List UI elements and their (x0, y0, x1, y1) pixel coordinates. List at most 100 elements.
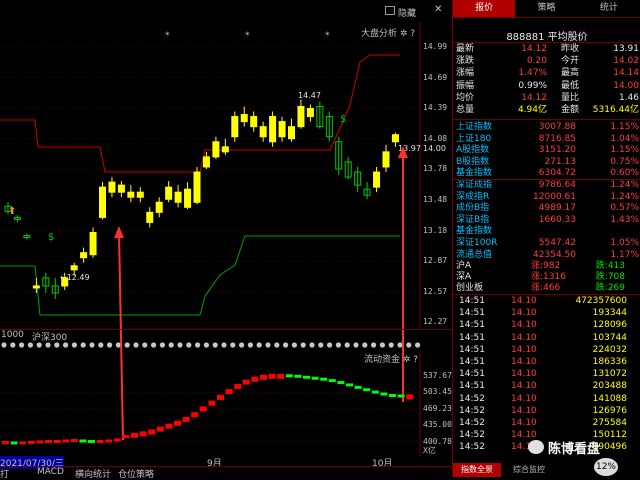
dot-marker (221, 342, 227, 348)
candle-up (391, 134, 399, 143)
dot-marker (379, 342, 385, 348)
annotation-current-right: 14.00 (423, 144, 446, 153)
dot-marker (230, 342, 236, 348)
tick-cell: 14:51 (459, 320, 485, 331)
tab-macd[interactable]: MACD (37, 467, 64, 477)
indicator-step (371, 390, 379, 394)
dot-marker (124, 342, 130, 348)
quote-row: 涨跌 0.20 今开 14.02 (453, 56, 640, 68)
index-row[interactable]: 深证100R 5547.42 1.05% (453, 238, 640, 250)
quote-row: 振幅 0.99% 最低 14.00 (453, 81, 640, 93)
tab-position-strategy[interactable]: 仓位策略 (118, 467, 154, 480)
dot-marker (142, 342, 148, 348)
indicator-step (311, 376, 319, 380)
quote-panel: 报价 策略 统计 888881 平均股价 最新 14.12 昨收 13.91 涨跌 0.2… (452, 0, 640, 477)
indicator-step (397, 394, 405, 398)
tab-strategy[interactable]: 策略 (515, 0, 577, 17)
index-row[interactable]: 基金指数 (453, 226, 640, 238)
quote-cell: 最新 (456, 44, 475, 54)
candle-up (80, 252, 88, 259)
candle-up (269, 116, 277, 143)
dot-marker (36, 342, 42, 348)
tick-cell: 141088 (592, 393, 627, 404)
index-cell: 流通总值 (456, 249, 493, 260)
dot-marker (71, 342, 77, 348)
quote-cell: 5316.44亿 (592, 105, 639, 115)
index-row[interactable]: 上证指数 3007.88 1.15% (453, 122, 640, 134)
tab-horizontal-stats[interactable]: 横向统计 (75, 467, 111, 480)
candle-up (146, 211, 154, 223)
indicator-title[interactable]: 流动资金 ✲ ? (364, 352, 418, 365)
price-tick-label: 12.27 (423, 317, 448, 327)
indicator-step (19, 441, 27, 445)
tick-cell: 14:52 (459, 418, 485, 428)
index-cell: 深证100R (456, 238, 498, 248)
price-tick-label: 14.39 (423, 103, 448, 113)
candle-up (306, 108, 314, 118)
dot-marker (27, 342, 33, 348)
indicator-step (105, 439, 113, 443)
index-cell: 深证成指 (456, 180, 493, 190)
indicator-step (328, 379, 336, 383)
price-tick-label: 13.48 (423, 195, 448, 204)
dot-marker (89, 342, 95, 348)
tab-quote[interactable]: 报价 (453, 0, 516, 17)
dot-marker (300, 342, 306, 348)
tick-cell: 126976 (592, 405, 627, 416)
dot-marker (335, 342, 341, 348)
indicator-step (320, 377, 328, 381)
tab-bottom-0[interactable]: 打 (0, 467, 9, 480)
indicator-gear-icon[interactable]: ✲ ? (403, 355, 418, 365)
indicator-step (174, 420, 181, 426)
candle-up (32, 285, 40, 289)
dot-marker (309, 342, 315, 348)
candle-up (297, 105, 305, 128)
index-row[interactable]: 流通总值 42354.50 1.17% (453, 250, 640, 262)
indicator-step (363, 388, 371, 392)
tab-index-overview[interactable]: 指数全景 (453, 463, 501, 477)
indicator-step (294, 374, 302, 378)
index-cell: 0.75% (610, 156, 639, 167)
index-row[interactable]: 深证B指 1660.33 1.43% (453, 215, 640, 227)
index-cell: 3007.88 (538, 122, 576, 132)
tick-cell: 14:51 (459, 369, 485, 380)
quote-cell: 最低 (561, 80, 580, 91)
indicator-step (251, 376, 259, 382)
code-name: 888881 平均股价 (506, 32, 588, 43)
quote-row: 涨幅 1.47% 最高 14.14 (453, 68, 640, 80)
index-row[interactable]: 深成指R 12000.61 1.24% (453, 192, 640, 204)
tab-statistics[interactable]: 统计 (578, 0, 640, 17)
index-row[interactable]: B股指数 271.13 0.75% (453, 157, 640, 169)
breadth-cell: 涨:1316 (531, 272, 566, 282)
dot-marker (195, 342, 201, 348)
tick-cell: 14:52 (459, 430, 485, 441)
tab-composite-monitor[interactable]: 综合监控 (505, 463, 553, 477)
dot-marker (212, 342, 218, 348)
tick-cell: 472357600 (575, 296, 627, 306)
breadth-cell: 深A (456, 272, 472, 282)
index-row[interactable]: 上证180 8716.85 1.04% (453, 134, 640, 146)
indicator-step (53, 439, 61, 443)
sell-signal-icon: $ (48, 232, 54, 243)
tick-cell: 14:52 (459, 442, 485, 453)
indicator-step (380, 392, 388, 396)
kline-chart-panel[interactable]: 隐藏 ✕ 大盘分析 ✲ ? * * * 14.47 ←12.49 13.97 14.00 ⬆ $… (0, 0, 452, 480)
tick-cell: 186336 (592, 357, 627, 367)
price-tick-label: 12.87 (423, 256, 448, 266)
dot-marker (256, 342, 262, 348)
indicator-step (182, 416, 190, 422)
quote-cell: 0.99% (518, 80, 547, 91)
indicator-tick-label: 435.00 (423, 420, 452, 430)
index-cell: 1.24% (610, 180, 639, 190)
price-chart[interactable]: * * *14.47←12.4913.97 14.00⬆$$ (0, 0, 452, 477)
index-row[interactable]: 成份B指 4989.17 0.57% (453, 203, 640, 215)
indicator-step (217, 394, 224, 400)
quote-cell: 14.12 (521, 44, 547, 54)
index-row[interactable]: 深证成指 9786.64 1.24% (453, 179, 640, 192)
index-cell: 1.05% (610, 238, 639, 248)
tick-cell: 14.10 (511, 296, 537, 306)
quote-row: 最新 14.12 昨收 13.91 (453, 44, 640, 56)
indicator-step (96, 439, 104, 443)
tick-cell: 14:52 (459, 393, 485, 404)
index-row[interactable]: A股指数 3151.20 1.15% (453, 145, 640, 157)
